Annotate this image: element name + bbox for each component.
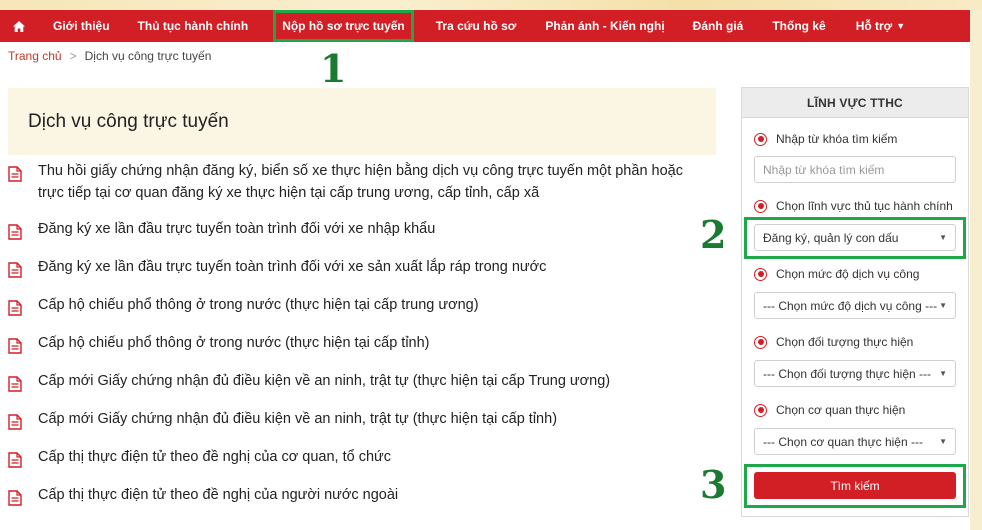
page-title: Dịch vụ công trực tuyến xyxy=(28,111,229,132)
nav-item-thu-tuc-hanh-chinh[interactable]: Thủ tục hành chính xyxy=(124,10,266,42)
service-item[interactable]: Đăng ký xe lần đầu trực tuyến toàn trình… xyxy=(8,256,708,278)
document-icon xyxy=(8,376,22,392)
caret-down-icon: ▼ xyxy=(939,369,947,378)
nav-item-nop-ho-so-truc-tuyen[interactable]: Nộp hồ sơ trực tuyến xyxy=(273,10,414,42)
agency-select-value: --- Chọn cơ quan thực hiện --- xyxy=(763,434,923,449)
caret-down-icon: ▼ xyxy=(939,437,947,446)
main-nav: Giới thiệu Thủ tục hành chính Nộp hồ sơ … xyxy=(0,10,970,42)
nav-item-thong-ke[interactable]: Thống kê xyxy=(757,10,839,42)
nav-item-ho-tro-label: Hỗ trợ xyxy=(855,19,893,33)
document-icon xyxy=(8,300,22,316)
level-select[interactable]: --- Chọn mức độ dịch vụ công --- ▼ xyxy=(754,292,956,319)
field-radio-row[interactable]: Chọn lĩnh vực thủ tục hành chính xyxy=(754,199,953,213)
nav-item-phan-anh-kien-nghi[interactable]: Phản ánh - Kiến nghị xyxy=(530,10,678,42)
service-item-label: Thu hồi giấy chứng nhận đăng ký, biển số… xyxy=(38,163,683,201)
level-label: Chọn mức độ dịch vụ công xyxy=(776,267,920,281)
service-item-label: Cấp hộ chiếu phổ thông ở trong nước (thự… xyxy=(38,297,479,313)
document-icon xyxy=(8,166,22,182)
annotation-step-1: 1 xyxy=(320,46,347,91)
subject-label: Chọn đối tượng thực hiện xyxy=(776,335,914,349)
keyword-label: Nhập từ khóa tìm kiếm xyxy=(776,132,898,146)
top-decorative-strip xyxy=(0,0,982,10)
radio-selected-icon xyxy=(754,335,767,349)
document-icon xyxy=(8,338,22,354)
service-item-label: Cấp mới Giấy chứng nhận đủ điều kiện về … xyxy=(38,411,558,427)
document-icon xyxy=(8,414,22,430)
keyword-radio-row[interactable]: Nhập từ khóa tìm kiếm xyxy=(754,132,897,146)
document-icon xyxy=(8,224,22,240)
service-item-label: Cấp thị thực điện tử theo đề nghị của cơ… xyxy=(38,449,392,465)
nav-item-danh-gia[interactable]: Đánh giá xyxy=(679,10,758,42)
field-label: Chọn lĩnh vực thủ tục hành chính xyxy=(776,199,953,213)
agency-radio-row[interactable]: Chọn cơ quan thực hiện xyxy=(754,403,905,417)
level-select-value: --- Chọn mức độ dịch vụ công --- xyxy=(763,298,938,313)
breadcrumb-home[interactable]: Trang chủ xyxy=(8,49,62,63)
document-icon xyxy=(8,452,22,468)
nav-item-gioi-thieu[interactable]: Giới thiệu xyxy=(38,10,124,42)
breadcrumb: Trang chủ > Dịch vụ công trực tuyến xyxy=(8,49,211,63)
nav-item-tra-cuu-ho-so[interactable]: Tra cứu hồ sơ xyxy=(422,10,531,42)
radio-selected-icon xyxy=(754,403,767,417)
subject-select[interactable]: --- Chọn đối tượng thực hiện --- ▼ xyxy=(754,360,956,387)
page-title-box: Dịch vụ công trực tuyến xyxy=(8,88,716,155)
field-select-value: Đăng ký, quản lý con dấu xyxy=(763,230,899,245)
service-item-label: Đăng ký xe lần đầu trực tuyến toàn trình… xyxy=(38,259,547,275)
service-item[interactable]: Cấp mới Giấy chứng nhận đủ điều kiện về … xyxy=(8,408,708,430)
service-item[interactable]: Thu hồi giấy chứng nhận đăng ký, biển số… xyxy=(8,160,708,204)
radio-selected-icon xyxy=(754,132,767,146)
breadcrumb-current: Dịch vụ công trực tuyến xyxy=(84,49,212,63)
radio-selected-icon xyxy=(754,267,767,281)
document-icon xyxy=(8,262,22,278)
service-item[interactable]: Cấp hộ chiếu phổ thông ở trong nước (thự… xyxy=(8,294,708,316)
service-item-label: Đăng ký xe lần đầu trực tuyến toàn trình… xyxy=(38,221,436,237)
search-button[interactable]: Tìm kiếm xyxy=(754,472,956,499)
agency-label: Chọn cơ quan thực hiện xyxy=(776,403,906,417)
caret-down-icon: ▼ xyxy=(939,301,947,310)
nav-item-ho-tro[interactable]: Hỗ trợ ▼ xyxy=(840,10,919,42)
service-item-label: Cấp mới Giấy chứng nhận đủ điều kiện về … xyxy=(38,373,611,389)
agency-select[interactable]: --- Chọn cơ quan thực hiện --- ▼ xyxy=(754,428,956,455)
home-icon xyxy=(13,20,25,32)
nav-home[interactable] xyxy=(0,10,38,42)
search-sidebar: LĨNH VỰC TTHC Nhập từ khóa tìm kiếm Nhập… xyxy=(741,87,969,517)
subject-radio-row[interactable]: Chọn đối tượng thực hiện xyxy=(754,335,913,349)
field-select[interactable]: Đăng ký, quản lý con dấu ▼ xyxy=(754,224,956,251)
service-item[interactable]: Cấp thị thực điện tử theo đề nghị của cơ… xyxy=(8,446,708,468)
keyword-input[interactable]: Nhập từ khóa tìm kiếm xyxy=(754,156,956,183)
document-icon xyxy=(8,490,22,506)
service-item-label: Cấp thị thực điện tử theo đề nghị của ng… xyxy=(38,487,399,503)
breadcrumb-separator: > xyxy=(69,49,77,63)
service-list: Thu hồi giấy chứng nhận đăng ký, biển số… xyxy=(8,160,708,506)
subject-select-value: --- Chọn đối tượng thực hiện --- xyxy=(763,366,931,381)
service-item-label: Cấp hộ chiếu phổ thông ở trong nước (thự… xyxy=(38,335,430,351)
right-decorative-strip xyxy=(970,10,982,530)
radio-selected-icon xyxy=(754,199,767,213)
service-item[interactable]: Cấp hộ chiếu phổ thông ở trong nước (thự… xyxy=(8,332,708,354)
caret-down-icon: ▼ xyxy=(939,233,947,242)
caret-down-icon: ▼ xyxy=(896,21,906,31)
service-item[interactable]: Cấp thị thực điện tử theo đề nghị của ng… xyxy=(8,484,708,506)
service-item[interactable]: Cấp mới Giấy chứng nhận đủ điều kiện về … xyxy=(8,370,708,392)
level-radio-row[interactable]: Chọn mức độ dịch vụ công xyxy=(754,267,919,281)
sidebar-title: LĨNH VỰC TTHC xyxy=(742,88,968,118)
service-item[interactable]: Đăng ký xe lần đầu trực tuyến toàn trình… xyxy=(8,218,708,240)
